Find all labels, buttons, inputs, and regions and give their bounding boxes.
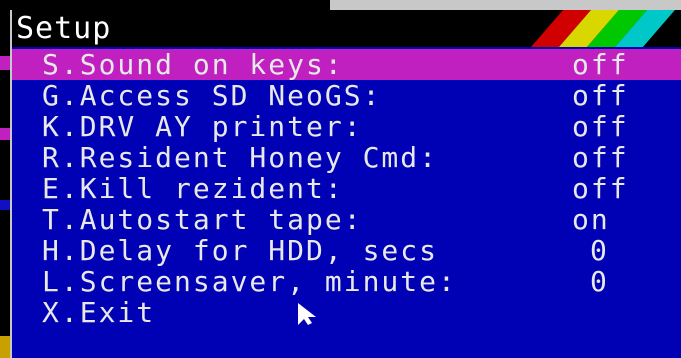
menu-item-value: off [572,141,629,174]
menu-item-sound-on-keys[interactable]: S.Sound on keys: off [12,49,681,80]
menu-item-label: X.Exit [42,296,156,329]
menu-item-screensaver[interactable]: L.Screensaver, minute: 0 [12,266,681,297]
setup-menu: S.Sound on keys: off G.Access SD NeoGS: … [12,49,681,328]
rainbow-stripes-icon [531,10,681,47]
menu-item-resident-honey-cmd[interactable]: R.Resident Honey Cmd: off [12,142,681,173]
border-stripe [0,128,10,140]
border-stripe [0,56,10,70]
menu-item-label: K.DRV AY printer: [42,110,363,143]
menu-item-label: S.Sound on keys: [42,48,344,81]
window-title: Setup [16,11,112,46]
menu-item-kill-rezident[interactable]: E.Kill rezident: off [12,173,681,204]
menu-item-drv-ay-printer[interactable]: K.DRV AY printer: off [12,111,681,142]
border-stripe [0,336,10,358]
left-border [0,0,10,358]
menu-item-delay-for-hdd[interactable]: H.Delay for HDD, secs 0 [12,235,681,266]
menu-item-access-sd-neogs[interactable]: G.Access SD NeoGS: off [12,80,681,111]
menu-item-autostart-tape[interactable]: T.Autostart tape: on [12,204,681,235]
top-border [0,0,330,10]
menu-item-label: R.Resident Honey Cmd: [42,141,439,174]
menu-item-label: L.Screensaver, minute: [42,265,457,298]
title-bar: Setup [12,10,681,47]
menu-item-label: T.Autostart tape: [42,203,363,236]
menu-item-value: off [572,172,629,205]
setup-window: Setup S.Sound on keys: off G.Access SD N… [12,10,681,358]
menu-item-value: off [572,79,629,112]
menu-item-label: E.Kill rezident: [42,172,344,205]
menu-item-label: H.Delay for HDD, secs [42,234,439,267]
menu-item-exit[interactable]: X.Exit [12,297,681,328]
border-stripe [0,200,10,210]
menu-item-value: 0 [590,265,609,298]
pointer-arrow-icon [298,303,316,325]
menu-item-value: off [572,48,629,81]
menu-item-value: on [572,203,610,236]
menu-item-value: 0 [590,234,609,267]
menu-item-label: G.Access SD NeoGS: [42,79,382,112]
menu-item-value: off [572,110,629,143]
